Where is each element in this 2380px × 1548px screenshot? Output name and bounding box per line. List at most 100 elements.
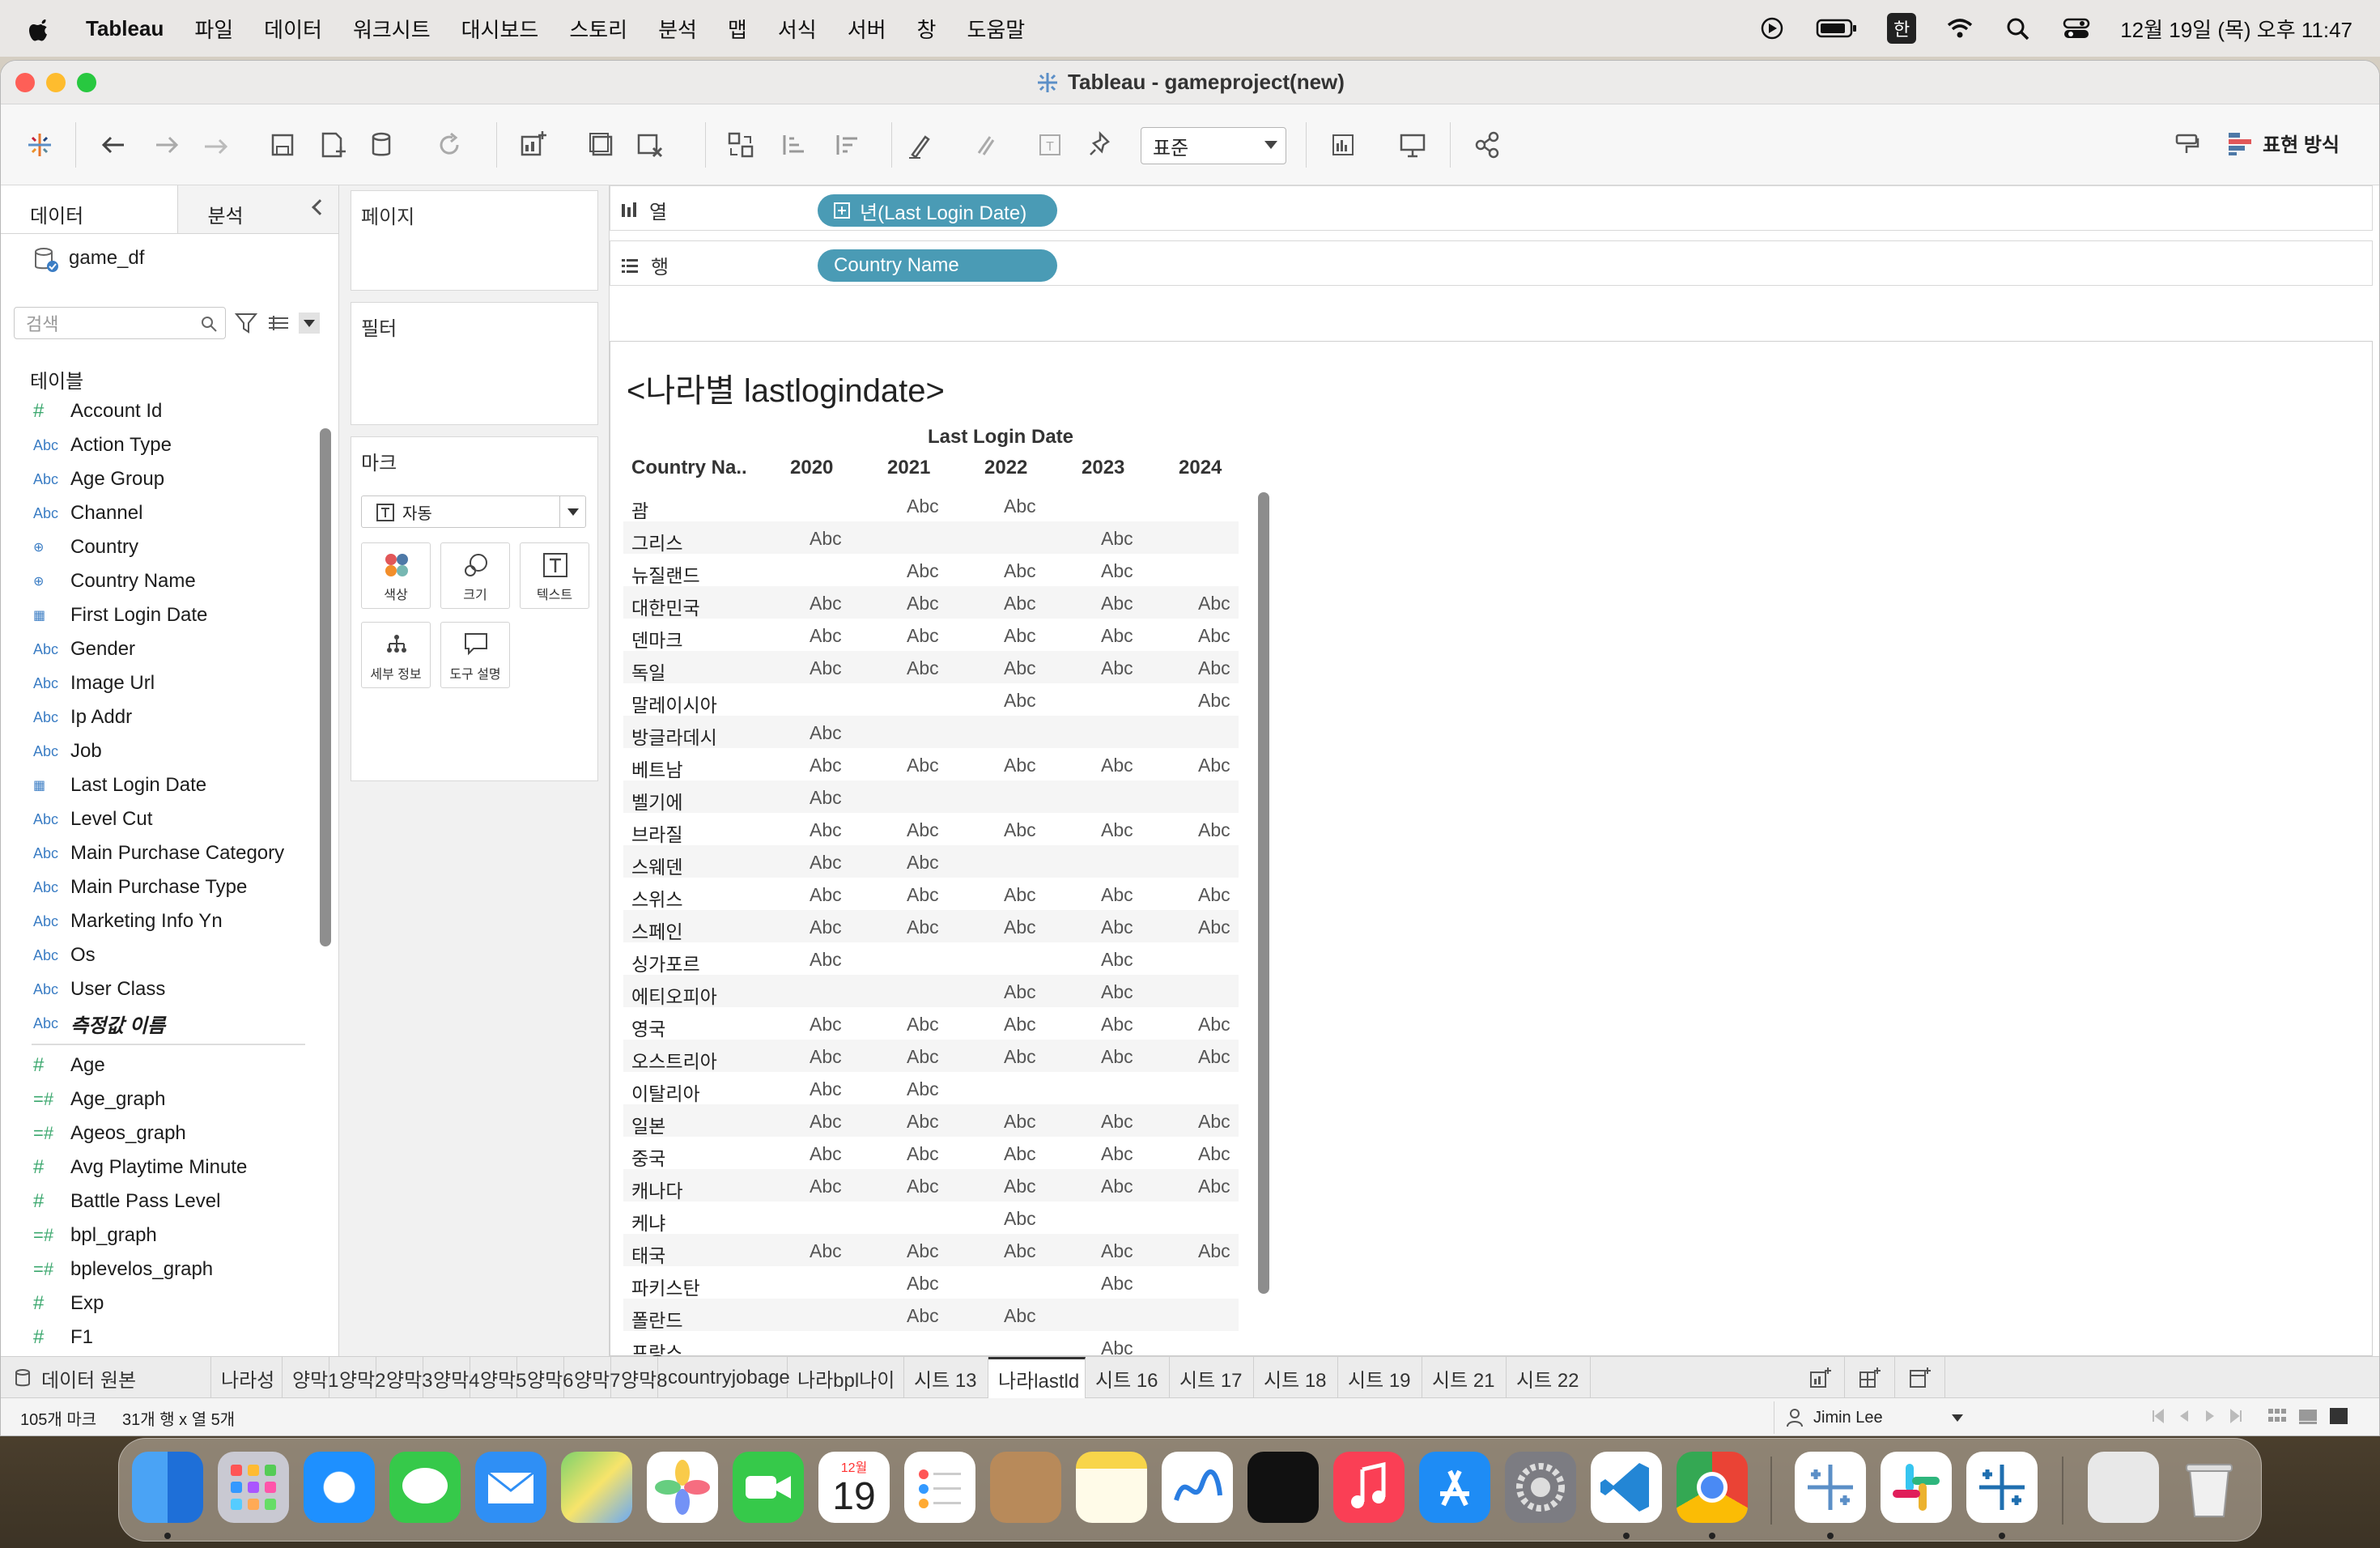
viz-scrollbar[interactable] bbox=[1258, 492, 1269, 1294]
menu-map[interactable]: 맵 bbox=[728, 14, 747, 44]
column-group-header[interactable]: Last Login Date bbox=[928, 426, 1073, 449]
field-item[interactable]: Abc 측정값 이름 bbox=[1, 1006, 317, 1040]
text-mark-cell[interactable]: Abc bbox=[1198, 625, 1230, 647]
text-mark-cell[interactable]: Abc bbox=[1004, 657, 1036, 679]
table-row[interactable]: 베트남 Abc Abc Abc Abc Abc bbox=[623, 748, 1239, 780]
duplicate-sheet-icon[interactable] bbox=[582, 125, 621, 164]
country-name-cell[interactable]: 캐나다 bbox=[631, 1176, 682, 1203]
text-mark-cell[interactable]: Abc bbox=[1198, 916, 1230, 938]
collapse-pane-icon[interactable] bbox=[312, 199, 328, 215]
field-item[interactable]: Abc Image Url bbox=[1, 666, 317, 700]
table-row[interactable]: 그리스 Abc Abc bbox=[623, 521, 1239, 554]
share-icon[interactable] bbox=[1468, 125, 1507, 164]
launchpad-icon[interactable] bbox=[218, 1452, 289, 1523]
text-mark-cell[interactable]: Abc bbox=[1101, 1240, 1133, 1262]
field-item[interactable]: =# Ageos_graph bbox=[1, 1116, 317, 1150]
text-mark-cell[interactable]: Abc bbox=[1198, 1111, 1230, 1133]
menu-story[interactable]: 스토리 bbox=[569, 14, 627, 44]
app-store-icon[interactable] bbox=[1419, 1452, 1490, 1523]
field-item[interactable]: Abc Gender bbox=[1, 632, 317, 666]
refresh-icon[interactable] bbox=[430, 125, 469, 164]
field-item[interactable]: Abc Action Type bbox=[1, 428, 317, 462]
field-item[interactable]: # Avg Playtime Minute bbox=[1, 1150, 317, 1184]
text-mark-cell[interactable]: Abc bbox=[1101, 657, 1133, 679]
field-item[interactable]: ⊕ Country Name bbox=[1, 564, 317, 598]
country-name-cell[interactable]: 스페인 bbox=[631, 916, 682, 944]
text-mark-cell[interactable]: Abc bbox=[1198, 1143, 1230, 1165]
text-mark-cell[interactable]: Abc bbox=[907, 1046, 939, 1068]
country-name-cell[interactable]: 싱가포르 bbox=[631, 949, 700, 976]
text-mark-button[interactable]: 텍스트 bbox=[520, 542, 589, 609]
fix-axes-pin-icon[interactable] bbox=[1081, 125, 1120, 164]
text-mark-cell[interactable]: Abc bbox=[907, 819, 939, 841]
undo-icon[interactable] bbox=[95, 125, 134, 164]
sheet-tab[interactable]: 양막5 bbox=[470, 1357, 527, 1399]
menu-analysis[interactable]: 분석 bbox=[658, 14, 697, 44]
text-mark-cell[interactable]: Abc bbox=[1004, 1240, 1036, 1262]
field-item[interactable]: Abc Level Cut bbox=[1, 802, 317, 836]
color-mark-button[interactable]: 색상 bbox=[361, 542, 431, 609]
country-name-cell[interactable]: 태국 bbox=[631, 1240, 665, 1268]
sheet-tab[interactable]: 나라성 bbox=[211, 1357, 283, 1399]
country-name-cell[interactable]: 스위스 bbox=[631, 884, 682, 912]
sheet-tab[interactable]: 시트 17 bbox=[1170, 1357, 1254, 1399]
group-members-icon[interactable] bbox=[964, 125, 1003, 164]
music-icon[interactable] bbox=[1333, 1452, 1405, 1523]
text-mark-cell[interactable]: Abc bbox=[1198, 819, 1230, 841]
text-mark-cell[interactable]: Abc bbox=[1101, 916, 1133, 938]
row-header-country[interactable]: Country Na.. bbox=[631, 457, 747, 479]
new-data-source-icon[interactable] bbox=[313, 125, 352, 164]
menu-server[interactable]: 서버 bbox=[848, 14, 886, 44]
text-mark-cell[interactable]: Abc bbox=[1004, 1305, 1036, 1327]
menu-window[interactable]: 창 bbox=[917, 14, 937, 44]
table-row[interactable]: 말레이시아 Abc Abc bbox=[623, 683, 1239, 716]
sheet-tab[interactable]: 시트 18 bbox=[1254, 1357, 1338, 1399]
expand-date-icon[interactable] bbox=[834, 202, 850, 219]
country-name-cell[interactable]: 뉴질랜드 bbox=[631, 560, 700, 588]
year-header-2024[interactable]: 2024 bbox=[1179, 457, 1222, 479]
text-mark-cell[interactable]: Abc bbox=[1198, 657, 1230, 679]
minimize-window-button[interactable] bbox=[46, 73, 66, 92]
text-mark-cell[interactable]: Abc bbox=[907, 495, 939, 517]
table-row[interactable]: 벨기에 Abc bbox=[623, 780, 1239, 813]
country-name-cell[interactable]: 괌 bbox=[631, 495, 648, 523]
detail-mark-button[interactable]: 세부 정보 bbox=[361, 622, 431, 688]
swap-rows-columns-icon[interactable] bbox=[721, 125, 760, 164]
show-sheet-sorter-icon[interactable] bbox=[2298, 1406, 2318, 1426]
text-mark-cell[interactable]: Abc bbox=[810, 1014, 842, 1036]
sheet-tab[interactable]: 시트 21 bbox=[1422, 1357, 1507, 1399]
field-item[interactable]: Abc Job bbox=[1, 734, 317, 768]
year-header-2023[interactable]: 2023 bbox=[1082, 457, 1124, 479]
notes-icon[interactable] bbox=[1076, 1452, 1147, 1523]
text-mark-cell[interactable]: Abc bbox=[1004, 593, 1036, 615]
text-mark-cell[interactable]: Abc bbox=[1004, 1046, 1036, 1068]
show-tabs-icon[interactable] bbox=[2329, 1406, 2348, 1426]
country-name-cell[interactable]: 일본 bbox=[631, 1111, 665, 1138]
text-mark-cell[interactable]: Abc bbox=[1101, 625, 1133, 647]
country-name-cell[interactable]: 에티오피아 bbox=[631, 981, 717, 1009]
replay-animation-icon[interactable] bbox=[198, 125, 237, 164]
table-row[interactable]: 독일 Abc Abc Abc Abc Abc bbox=[623, 651, 1239, 683]
menu-help[interactable]: 도움말 bbox=[967, 14, 1025, 44]
text-mark-cell[interactable]: Abc bbox=[1004, 755, 1036, 776]
field-item[interactable]: # F1 bbox=[1, 1320, 317, 1354]
country-name-cell[interactable]: 파키스탄 bbox=[631, 1273, 700, 1300]
tab-data-source[interactable]: 데이터 원본 bbox=[1, 1357, 211, 1399]
text-mark-cell[interactable]: Abc bbox=[810, 852, 842, 874]
field-item[interactable]: Abc Age Group bbox=[1, 462, 317, 496]
field-item[interactable]: # Age bbox=[1, 1048, 317, 1082]
text-mark-cell[interactable]: Abc bbox=[907, 755, 939, 776]
field-item[interactable]: # Battle Pass Level bbox=[1, 1184, 317, 1218]
mark-type-dropdown[interactable]: 자동 bbox=[361, 495, 586, 528]
last-sheet-icon[interactable] bbox=[2229, 1408, 2243, 1424]
field-item[interactable]: ▦ Last Login Date bbox=[1, 768, 317, 802]
pause-auto-updates-icon[interactable] bbox=[363, 125, 402, 164]
text-mark-cell[interactable]: Abc bbox=[1101, 1176, 1133, 1197]
next-sheet-icon[interactable] bbox=[2203, 1408, 2217, 1424]
text-mark-cell[interactable]: Abc bbox=[907, 560, 939, 582]
country-name-cell[interactable]: 스웨덴 bbox=[631, 852, 682, 879]
text-mark-cell[interactable]: Abc bbox=[1004, 560, 1036, 582]
apple-icon[interactable] bbox=[29, 15, 53, 42]
filters-card[interactable]: 필터 bbox=[351, 302, 598, 425]
field-item[interactable]: Abc Main Purchase Category bbox=[1, 836, 317, 870]
